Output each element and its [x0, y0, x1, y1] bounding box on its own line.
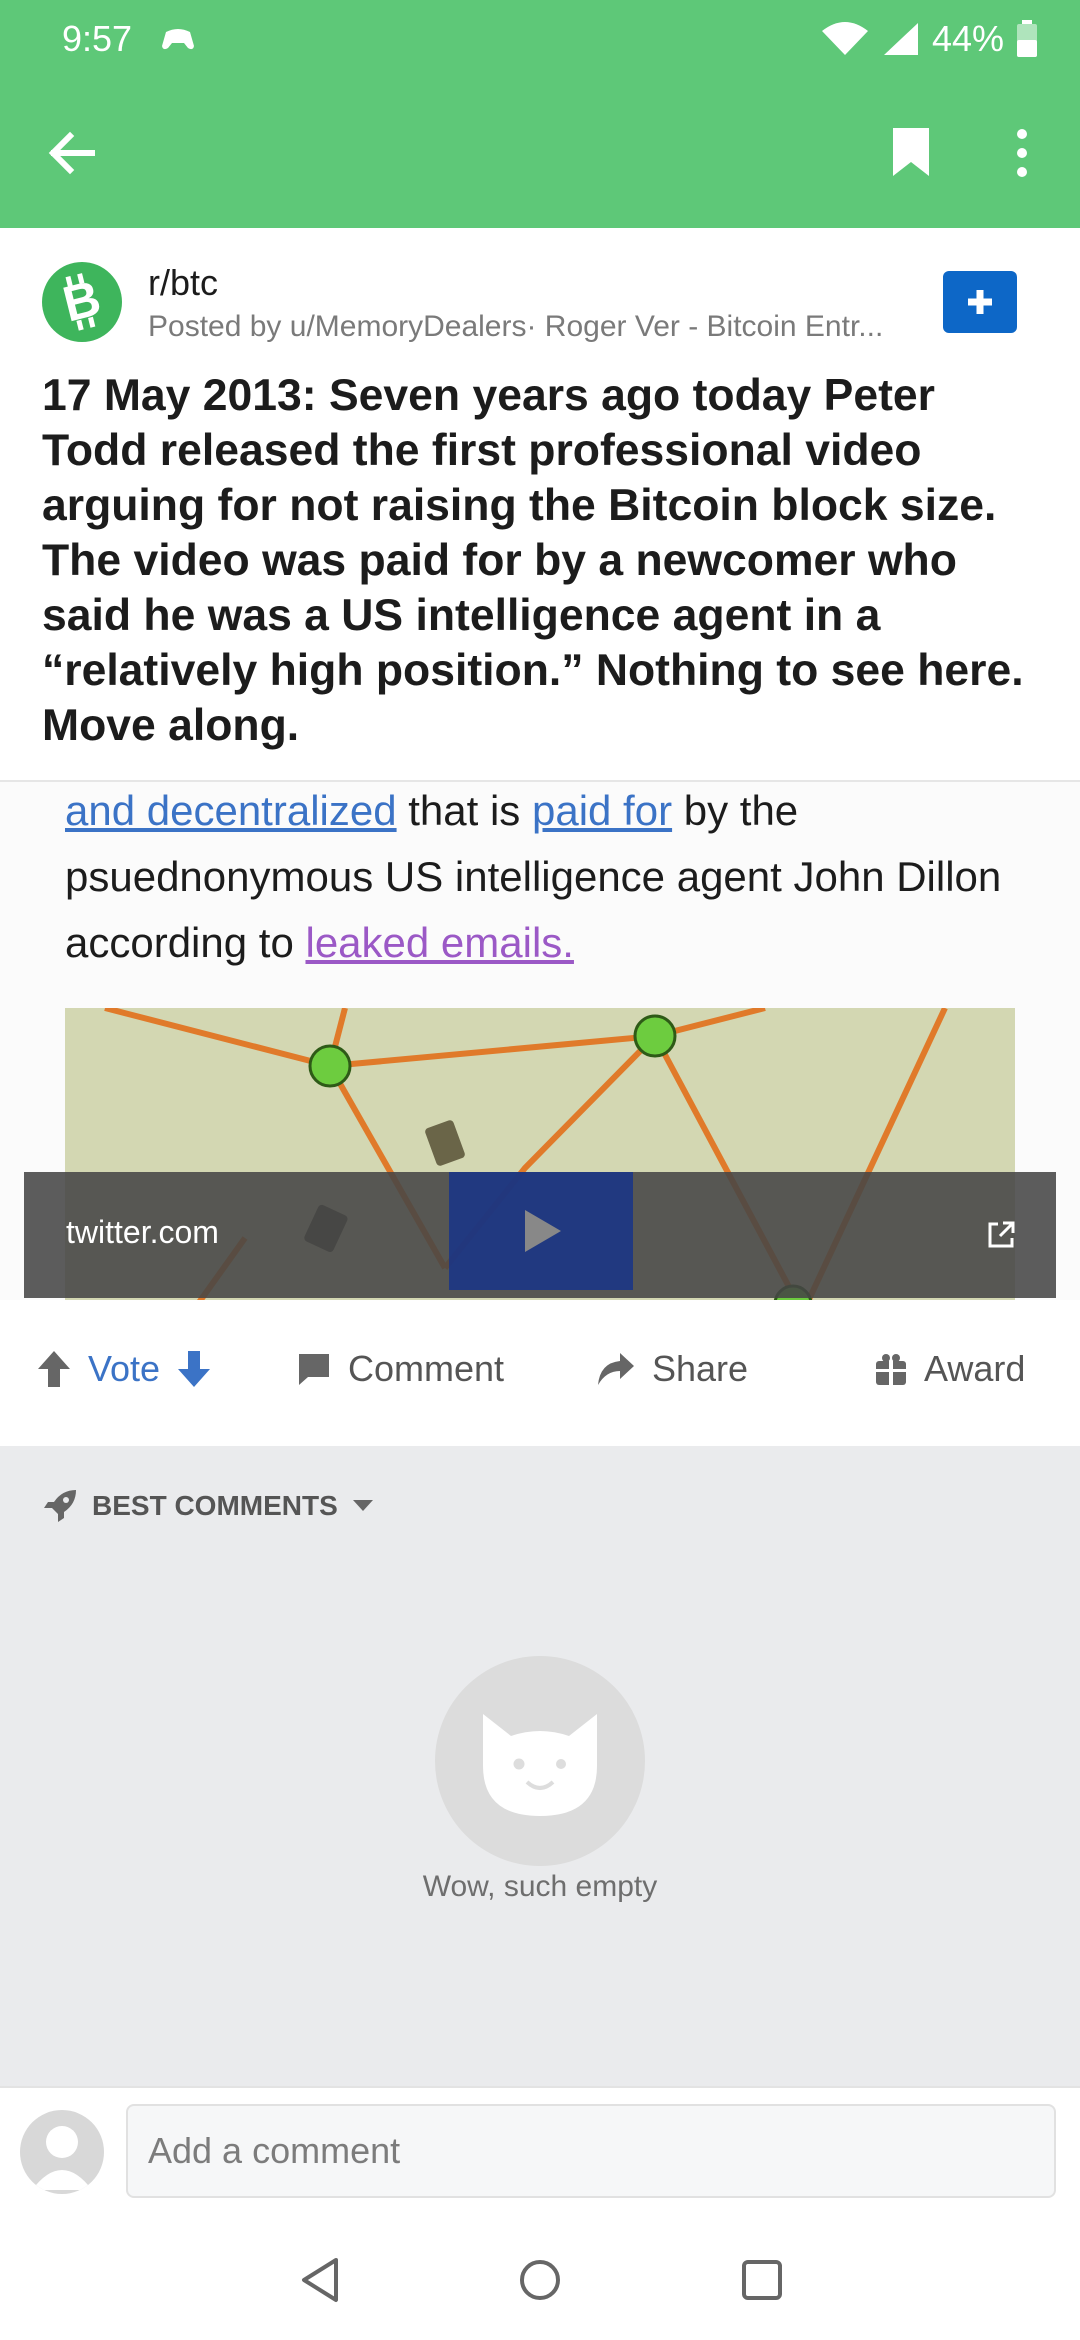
- join-subreddit-button[interactable]: [943, 271, 1017, 333]
- subreddit-name[interactable]: r/btc: [148, 262, 218, 304]
- vote-label: Vote: [88, 1348, 161, 1389]
- cat-icon: [483, 1714, 597, 1816]
- comment-label: Comment: [348, 1348, 505, 1389]
- back-arrow-icon[interactable]: [46, 128, 96, 183]
- post-author-line[interactable]: Posted by u/MemoryDealers· Roger Ver - B…: [148, 310, 928, 344]
- comment-button[interactable]: Comment: [296, 1348, 504, 1390]
- game-controller-icon: [160, 24, 196, 59]
- embed-text-part: that is: [396, 787, 532, 834]
- wifi-icon: [821, 22, 868, 55]
- status-icons: 44%: [820, 18, 1038, 60]
- award-button[interactable]: Award: [874, 1348, 1025, 1390]
- comment-sort-dropdown[interactable]: BEST COMMENTS: [42, 1488, 374, 1524]
- embed-domain: twitter.com: [66, 1214, 219, 1250]
- add-comment-input[interactable]: [126, 2104, 1056, 2198]
- comment-composer: [0, 2086, 1080, 2224]
- share-icon: [598, 1353, 634, 1385]
- vote-control: Vote: [36, 1348, 212, 1390]
- user-avatar[interactable]: [20, 2110, 104, 2194]
- embed-source-bar[interactable]: twitter.com: [24, 1172, 1056, 1298]
- bitcoin-cash-icon: B: [57, 269, 106, 332]
- embed-link-paid-for[interactable]: paid for: [532, 787, 672, 834]
- empty-state-illustration: [435, 1656, 645, 1866]
- award-label: Award: [924, 1348, 1026, 1389]
- gift-icon: [876, 1354, 906, 1385]
- battery-icon: [1017, 20, 1037, 57]
- link-embed[interactable]: and decentralized that is paid for by th…: [0, 780, 1080, 1304]
- nav-home-icon[interactable]: [518, 2258, 562, 2302]
- overflow-menu-icon[interactable]: [1012, 128, 1032, 183]
- nav-back-icon[interactable]: [298, 2256, 342, 2304]
- chevron-down-icon: [352, 1500, 373, 1511]
- subreddit-avatar[interactable]: B: [42, 262, 122, 342]
- downvote-icon[interactable]: [176, 1349, 212, 1389]
- system-navigation-bar: [0, 2222, 1080, 2340]
- share-label: Share: [652, 1348, 749, 1389]
- play-button[interactable]: [449, 1172, 633, 1290]
- embed-link-decentralized[interactable]: and decentralized: [65, 787, 397, 834]
- post-title: 17 May 2013: Seven years ago today Peter…: [42, 371, 1024, 750]
- post-actions: Vote Comment Share Award: [0, 1300, 1080, 1446]
- user-avatar-icon: [32, 2126, 92, 2190]
- external-link-icon[interactable]: [986, 1220, 1016, 1250]
- battery-percent: 44%: [931, 18, 1004, 59]
- sort-label: BEST COMMENTS: [92, 1490, 338, 1521]
- embed-text: and decentralized that is paid for by th…: [65, 782, 1025, 976]
- upvote-icon[interactable]: [36, 1349, 72, 1389]
- embed-link-leaked-emails[interactable]: leaked emails.: [305, 919, 573, 966]
- rocket-icon: [44, 1490, 76, 1522]
- comment-icon: [299, 1354, 329, 1385]
- empty-state-text: Wow, such empty: [422, 1870, 658, 1903]
- comments-section: BEST COMMENTS Wow, such empty: [0, 1446, 1080, 2086]
- nav-recents-icon[interactable]: [740, 2258, 784, 2302]
- share-button[interactable]: Share: [596, 1348, 748, 1390]
- status-time: 9:57: [62, 18, 133, 59]
- signal-icon: [883, 23, 918, 55]
- plus-icon: [968, 290, 992, 314]
- bookmark-icon[interactable]: [889, 126, 933, 183]
- play-icon: [525, 1210, 561, 1252]
